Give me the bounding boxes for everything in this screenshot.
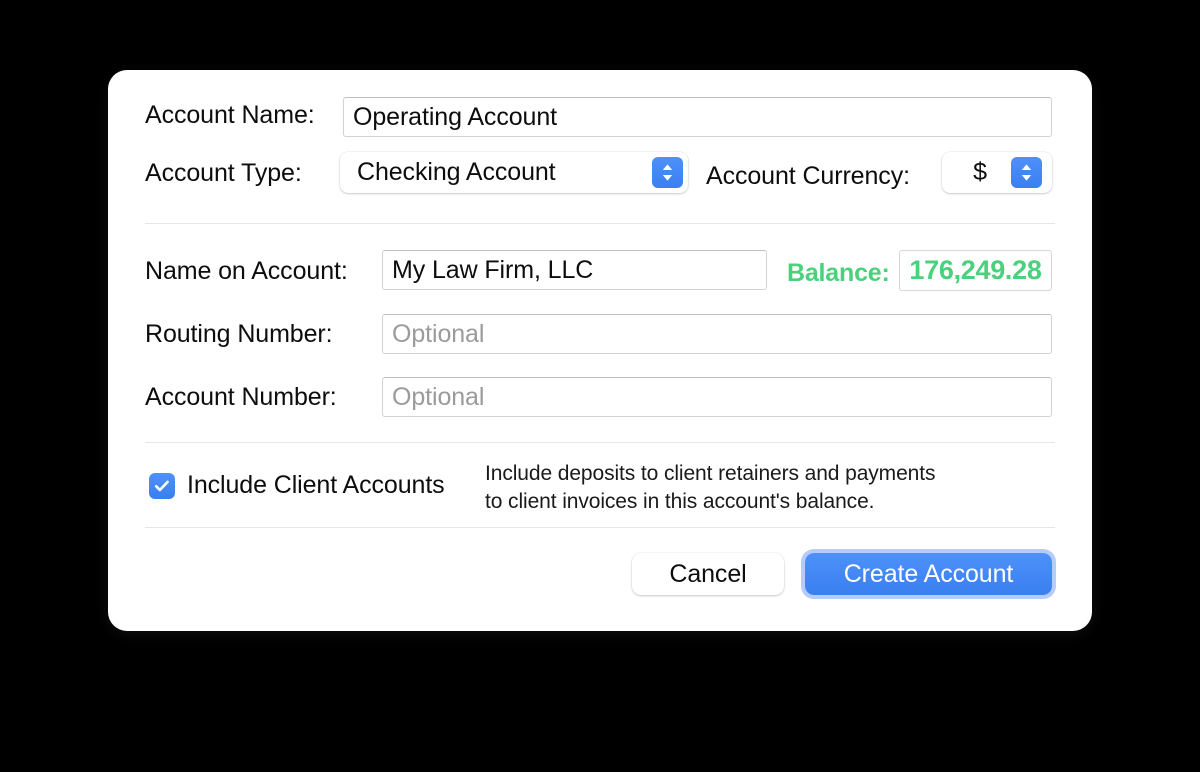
routing-number-input[interactable]: Optional bbox=[382, 314, 1052, 354]
create-account-button[interactable]: Create Account bbox=[805, 553, 1052, 595]
chevron-up-down-icon[interactable] bbox=[1011, 157, 1042, 188]
account-type-row: Account Type: bbox=[145, 161, 345, 186]
account-currency-label: Account Currency: bbox=[706, 162, 910, 190]
account-number-label: Account Number: bbox=[145, 383, 337, 411]
account-type-label: Account Type: bbox=[145, 159, 302, 187]
account-currency-select[interactable]: $ bbox=[942, 152, 1052, 193]
name-on-account-input[interactable]: My Law Firm, LLC bbox=[382, 250, 767, 290]
include-client-accounts-help: Include deposits to client retainers and… bbox=[485, 462, 936, 513]
include-client-accounts-label: Include Client Accounts bbox=[187, 471, 445, 499]
create-account-dialog: Account Name: Operating Account Account … bbox=[108, 70, 1092, 631]
account-number-input[interactable]: Optional bbox=[382, 377, 1052, 417]
section-divider-middle bbox=[145, 442, 1055, 443]
include-client-accounts-checkbox-row[interactable]: Include Client Accounts bbox=[149, 471, 445, 500]
account-name-row: Account Name: bbox=[145, 103, 345, 128]
checkbox-checked-icon[interactable] bbox=[149, 472, 175, 499]
section-divider-bottom bbox=[145, 527, 1055, 528]
routing-number-label: Routing Number: bbox=[145, 320, 333, 348]
balance-value: 176,249.28 bbox=[899, 250, 1052, 291]
desktop-background: Account Name: Operating Account Account … bbox=[0, 0, 1200, 772]
section-divider-top bbox=[145, 223, 1055, 224]
cancel-button[interactable]: Cancel bbox=[632, 553, 784, 595]
balance-label: Balance: bbox=[787, 259, 890, 287]
chevron-up-down-icon[interactable] bbox=[652, 157, 683, 188]
account-name-label: Account Name: bbox=[145, 101, 315, 129]
account-type-select[interactable]: Checking Account bbox=[340, 152, 688, 193]
account-type-value: Checking Account bbox=[357, 158, 556, 186]
name-on-account-label: Name on Account: bbox=[145, 257, 348, 285]
account-name-input[interactable]: Operating Account bbox=[343, 97, 1052, 137]
